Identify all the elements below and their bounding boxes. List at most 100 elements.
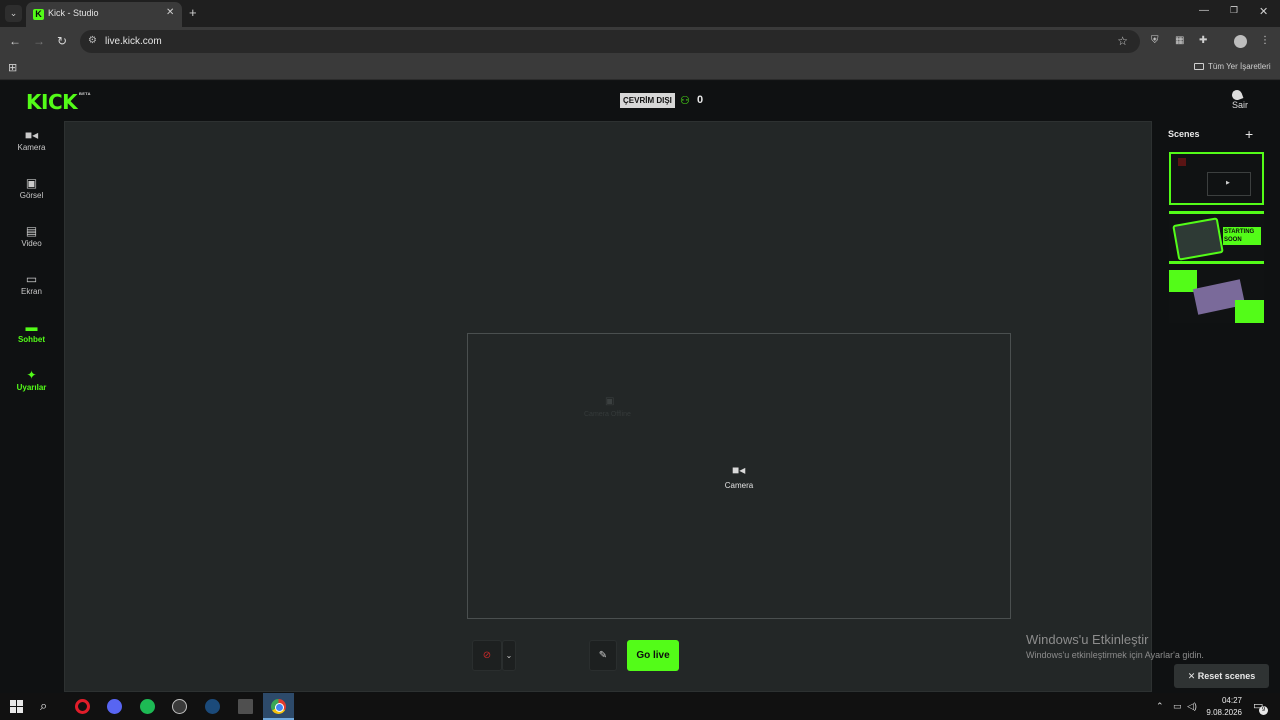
sidebar-item-uyarilar[interactable]: ✦ Uyarılar <box>0 368 63 414</box>
sidebar-item-label: Görsel <box>19 191 44 200</box>
sidebar-item-label: Kamera <box>17 143 46 152</box>
browser-tab-bar: ⌄ K Kick - Studio ✕ + — ❐ ✕ <box>0 0 1280 27</box>
camera-source-label: Camera <box>724 481 754 490</box>
window-restore-icon[interactable]: ❐ <box>1230 5 1238 16</box>
watermark-line-1: Windows'u Etkinleştir <box>1026 632 1149 647</box>
window-minimize-icon[interactable]: — <box>1199 5 1209 16</box>
tab-title: Kick - Studio <box>48 8 99 18</box>
network-icon[interactable]: ▭ <box>1173 701 1182 712</box>
profile-avatar[interactable] <box>1234 35 1247 48</box>
beta-badge: BETA <box>79 91 91 96</box>
apps-grid-icon[interactable]: ⊞ <box>8 61 17 74</box>
party-icon: ✦ <box>26 368 37 382</box>
reload-icon[interactable]: ↻ <box>57 35 67 47</box>
sidebar-item-gorsel[interactable]: ▣ Görsel <box>0 176 63 222</box>
site-info-icon[interactable]: ⚙ <box>88 35 97 46</box>
camera-source-box[interactable]: ▣ Camera Offline ■◂ Camera <box>467 333 1011 619</box>
window-close-icon[interactable]: ✕ <box>1259 5 1268 18</box>
volume-icon[interactable]: ◁) <box>1187 701 1197 712</box>
scenes-title: Scenes <box>1168 129 1200 139</box>
clock-date[interactable]: 9.08.2026 <box>1203 708 1242 717</box>
viewers-icon: ⚇ <box>680 95 690 107</box>
sidebar-item-sohbet[interactable]: ▬ Sohbet <box>0 320 63 366</box>
clock-time[interactable]: 04:27 <box>1206 696 1242 705</box>
scene-thumb-element <box>1169 261 1264 264</box>
windows-taskbar: ⌕ ⌃ ▭ ◁) 04:27 9.08.2026 ▭ 9 <box>0 693 1280 720</box>
scene-thumb-text: STARTING SOON <box>1223 227 1261 245</box>
scene-thumb-element <box>1172 217 1224 261</box>
scene-thumbnail-3[interactable] <box>1169 270 1264 323</box>
folder-icon <box>1194 63 1204 70</box>
stream-status-badge: ÇEVRİM DIŞI <box>620 93 675 108</box>
scene-thumb-element <box>1178 158 1186 166</box>
mic-options-dropdown[interactable]: ⌄ <box>502 640 516 671</box>
camera-icon: ■◂ <box>24 128 39 142</box>
go-live-button[interactable]: Go live <box>627 640 679 671</box>
sidebar-item-label: Ekran <box>21 287 42 296</box>
sidebar-item-video[interactable]: ▤ Video <box>0 224 63 270</box>
camera-offline-label: Camera Offline <box>584 411 631 418</box>
sidebar-item-kamera[interactable]: ■◂ Kamera <box>0 128 63 174</box>
tab-search-button[interactable]: ⌄ <box>5 5 22 22</box>
user-menu-label[interactable]: Sair <box>1232 100 1248 110</box>
forward-arrow-icon[interactable]: → <box>33 35 45 47</box>
pencil-icon: ✎ <box>598 650 608 661</box>
kick-logo[interactable]: KICK <box>26 90 78 114</box>
sidebar-item-label: Uyarılar <box>16 383 47 392</box>
play-icon: ▶ <box>1226 180 1230 186</box>
calculator-icon[interactable] <box>238 699 253 714</box>
search-icon[interactable]: ⌕ <box>40 699 54 713</box>
film-icon: ▤ <box>25 224 38 238</box>
back-arrow-icon[interactable]: ← <box>9 35 21 47</box>
bookmarks-bar: ⊞ Tüm Yer İşaretleri <box>0 57 1280 80</box>
spotify-icon[interactable] <box>140 699 155 714</box>
shield-icon[interactable]: ⛨ <box>1151 36 1159 46</box>
sidebar-item-ekran[interactable]: ▭ Ekran <box>0 272 63 318</box>
browser-toolbar: ← → ↻ ⚙ live.kick.com ☆ ⛨ ▦ ✚ ⋮ <box>0 27 1280 57</box>
new-tab-icon[interactable]: + <box>189 6 197 19</box>
puzzle-icon[interactable]: ✚ <box>1199 36 1207 46</box>
opera-icon[interactable] <box>75 699 90 714</box>
obs-icon[interactable] <box>172 699 187 714</box>
bookmark-star-icon[interactable]: ☆ <box>1117 34 1128 48</box>
reset-scenes-label: Reset scenes <box>1197 671 1256 681</box>
viewer-count: 0 <box>697 94 704 106</box>
windows-start-icon[interactable] <box>10 700 23 713</box>
image-icon: ▣ <box>25 176 38 190</box>
browser-menu-icon[interactable]: ⋮ <box>1260 36 1270 46</box>
scene-thumb-element <box>1169 211 1264 214</box>
stream-canvas[interactable]: ▣ Camera Offline ■◂ Camera <box>64 121 1152 692</box>
watermark-line-2: Windows'u etkinleştirmek için Ayarlar'a … <box>1026 650 1204 660</box>
address-url[interactable]: live.kick.com <box>105 36 162 47</box>
notification-count: 9 <box>1259 706 1268 715</box>
edit-layout-button[interactable]: ✎ <box>589 640 617 671</box>
chat-icon: ▬ <box>25 320 38 334</box>
kick-favicon-icon: K <box>33 9 44 20</box>
sidebar-item-label: Video <box>21 239 42 248</box>
mute-mic-button[interactable]: ⊘ <box>472 640 502 671</box>
reset-scenes-button[interactable]: ✕ Reset scenes <box>1174 664 1269 688</box>
address-bar[interactable]: ⚙ live.kick.com ☆ <box>80 30 1140 53</box>
add-scene-icon[interactable]: + <box>1245 126 1253 142</box>
all-bookmarks-button[interactable]: Tüm Yer İşaretleri <box>1194 62 1271 71</box>
close-icon: ✕ <box>1187 671 1198 681</box>
chevron-down-icon: ⌄ <box>505 651 513 660</box>
screen-icon: ▭ <box>25 272 38 286</box>
sidebar-item-label: Sohbet <box>17 335 46 344</box>
steam-icon[interactable] <box>205 699 220 714</box>
scene-thumb-element <box>1235 300 1264 323</box>
browser-tab-active[interactable]: K Kick - Studio ✕ <box>26 2 182 27</box>
kick-studio-app: KICK BETA ÇEVRİM DIŞI ⚇ 0 Sair ■◂ Kamera… <box>0 81 1280 693</box>
discord-icon[interactable] <box>107 699 122 714</box>
camera-icon: ■◂ <box>732 463 746 477</box>
chrome-icon[interactable] <box>271 699 286 714</box>
mic-muted-icon: ⊘ <box>482 650 492 661</box>
extension-icon[interactable]: ▦ <box>1175 36 1184 46</box>
scene-thumbnail-1[interactable]: ▶ <box>1169 152 1264 205</box>
scene-thumbnail-2[interactable]: STARTING SOON <box>1169 211 1264 264</box>
tray-chevron-up-icon[interactable]: ⌃ <box>1156 701 1164 712</box>
all-bookmarks-label: Tüm Yer İşaretleri <box>1208 62 1271 71</box>
camera-offline-icon: ▣ <box>605 396 615 407</box>
windows-activation-watermark: Windows'u Etkinleştir Windows'u etkinleş… <box>1026 632 1204 660</box>
tab-close-icon[interactable]: ✕ <box>166 7 174 18</box>
